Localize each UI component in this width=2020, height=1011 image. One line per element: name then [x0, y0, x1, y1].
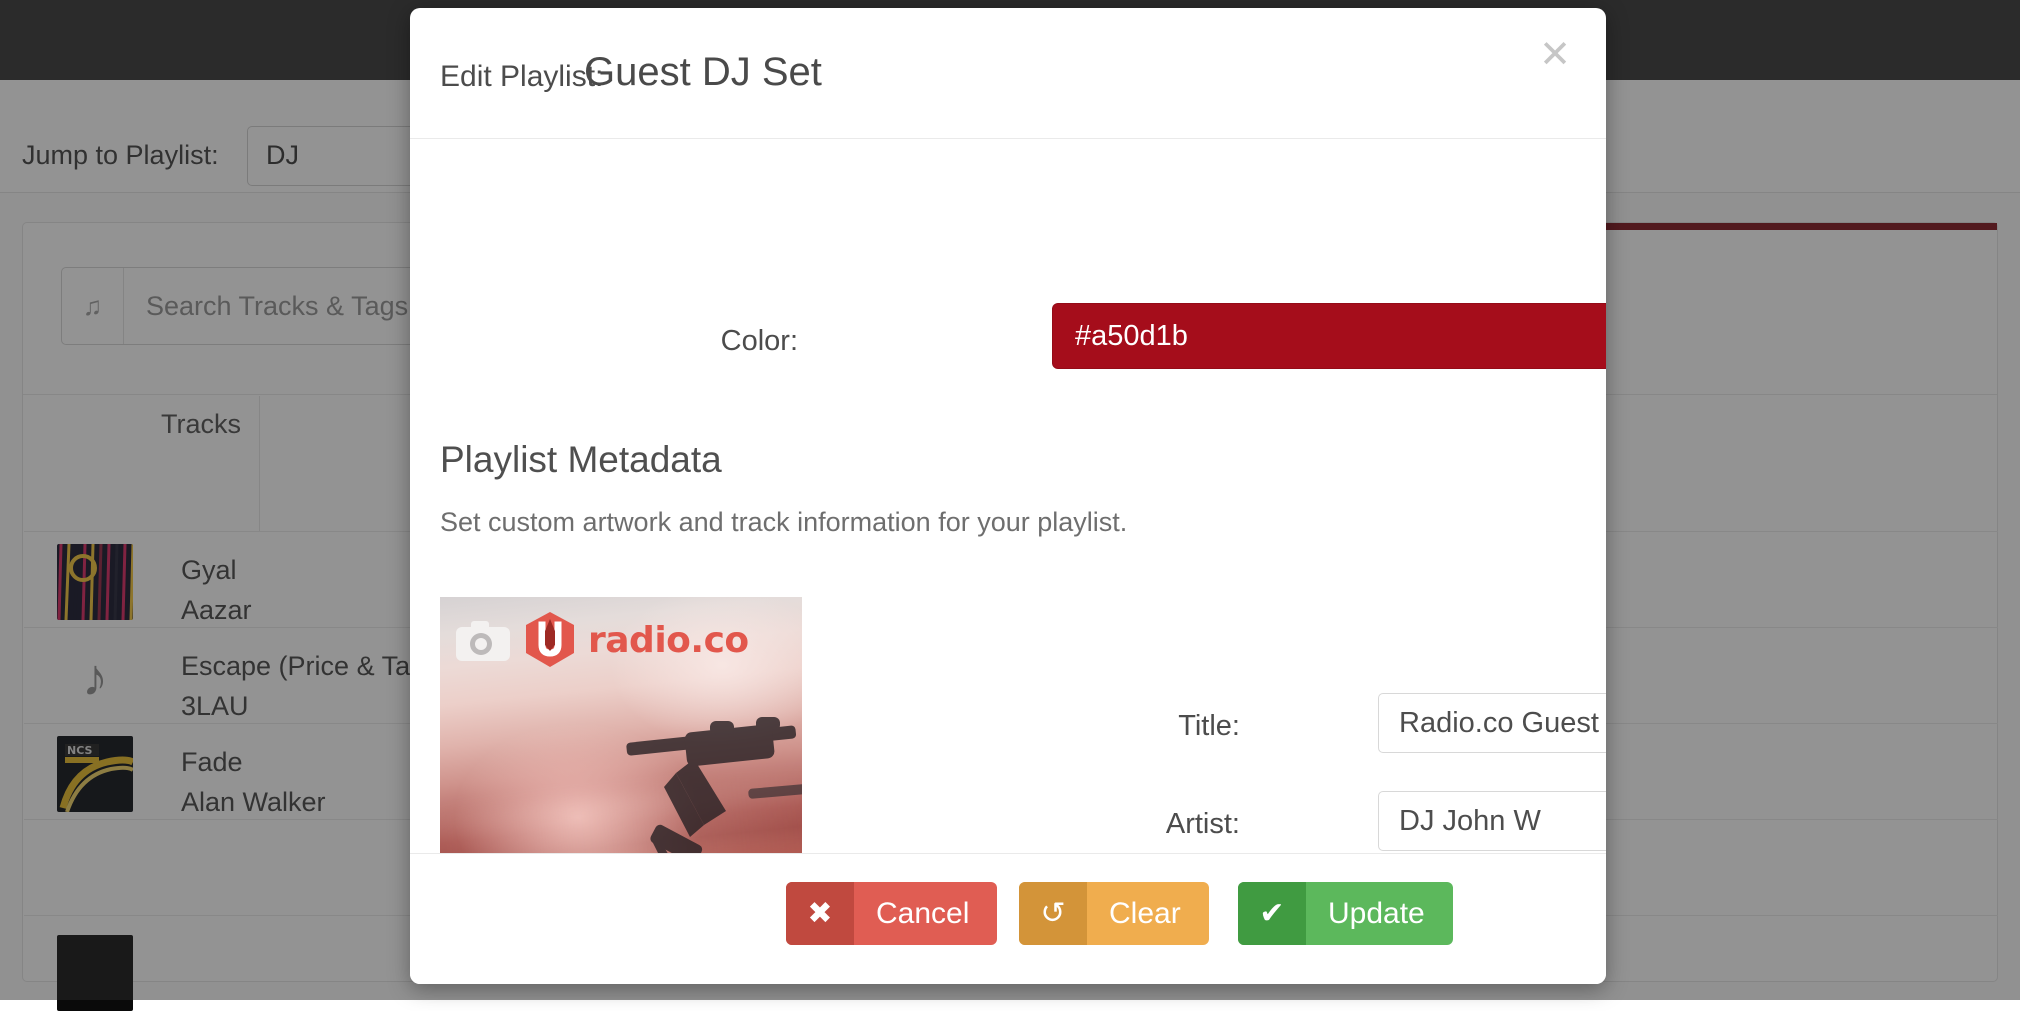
artist-value: DJ John W [1379, 805, 1541, 838]
modal-header: Edit Playlist: Guest DJ Set ✕ [410, 8, 1606, 139]
metadata-description: Set custom artwork and track information… [440, 507, 1127, 538]
title-input[interactable]: Radio.co Guest Mix [1378, 693, 1606, 753]
modal-header-label: Edit Playlist: [440, 60, 603, 94]
modal-body: Color: #a50d1b Playlist Metadata Set cus… [410, 139, 1606, 853]
undo-icon: ↺ [1019, 882, 1087, 945]
radio-co-wordmark: radio.co [588, 620, 749, 661]
edit-playlist-modal: Edit Playlist: Guest DJ Set ✕ Color: #a5… [410, 8, 1606, 984]
update-button-label: Update [1306, 882, 1453, 945]
clear-button-label: Clear [1087, 882, 1209, 945]
camera-icon[interactable] [456, 619, 510, 663]
close-icon[interactable]: ✕ [1532, 31, 1578, 77]
color-value: #a50d1b [1053, 320, 1188, 353]
artist-input[interactable]: DJ John W [1378, 791, 1606, 851]
cancel-button-label: Cancel [854, 882, 997, 945]
artist-label: Artist: [1050, 808, 1240, 841]
checkmark-icon: ✔ [1238, 882, 1306, 945]
update-button[interactable]: ✔ Update [1238, 882, 1453, 945]
radio-co-logo: radio.co [524, 611, 749, 669]
title-label: Title: [1050, 710, 1240, 743]
cross-icon: ✖ [786, 882, 854, 945]
color-label: Color: [488, 325, 798, 358]
title-value: Radio.co Guest Mix [1379, 707, 1606, 740]
modal-footer: ✖ Cancel ↺ Clear ✔ Update [410, 853, 1606, 984]
modal-header-title: Guest DJ Set [584, 50, 822, 95]
clear-button[interactable]: ↺ Clear [1019, 882, 1209, 945]
metadata-heading: Playlist Metadata [440, 439, 722, 481]
radio-co-mark-icon [524, 611, 576, 669]
cancel-button[interactable]: ✖ Cancel [786, 882, 997, 945]
color-input[interactable]: #a50d1b [1052, 303, 1606, 369]
